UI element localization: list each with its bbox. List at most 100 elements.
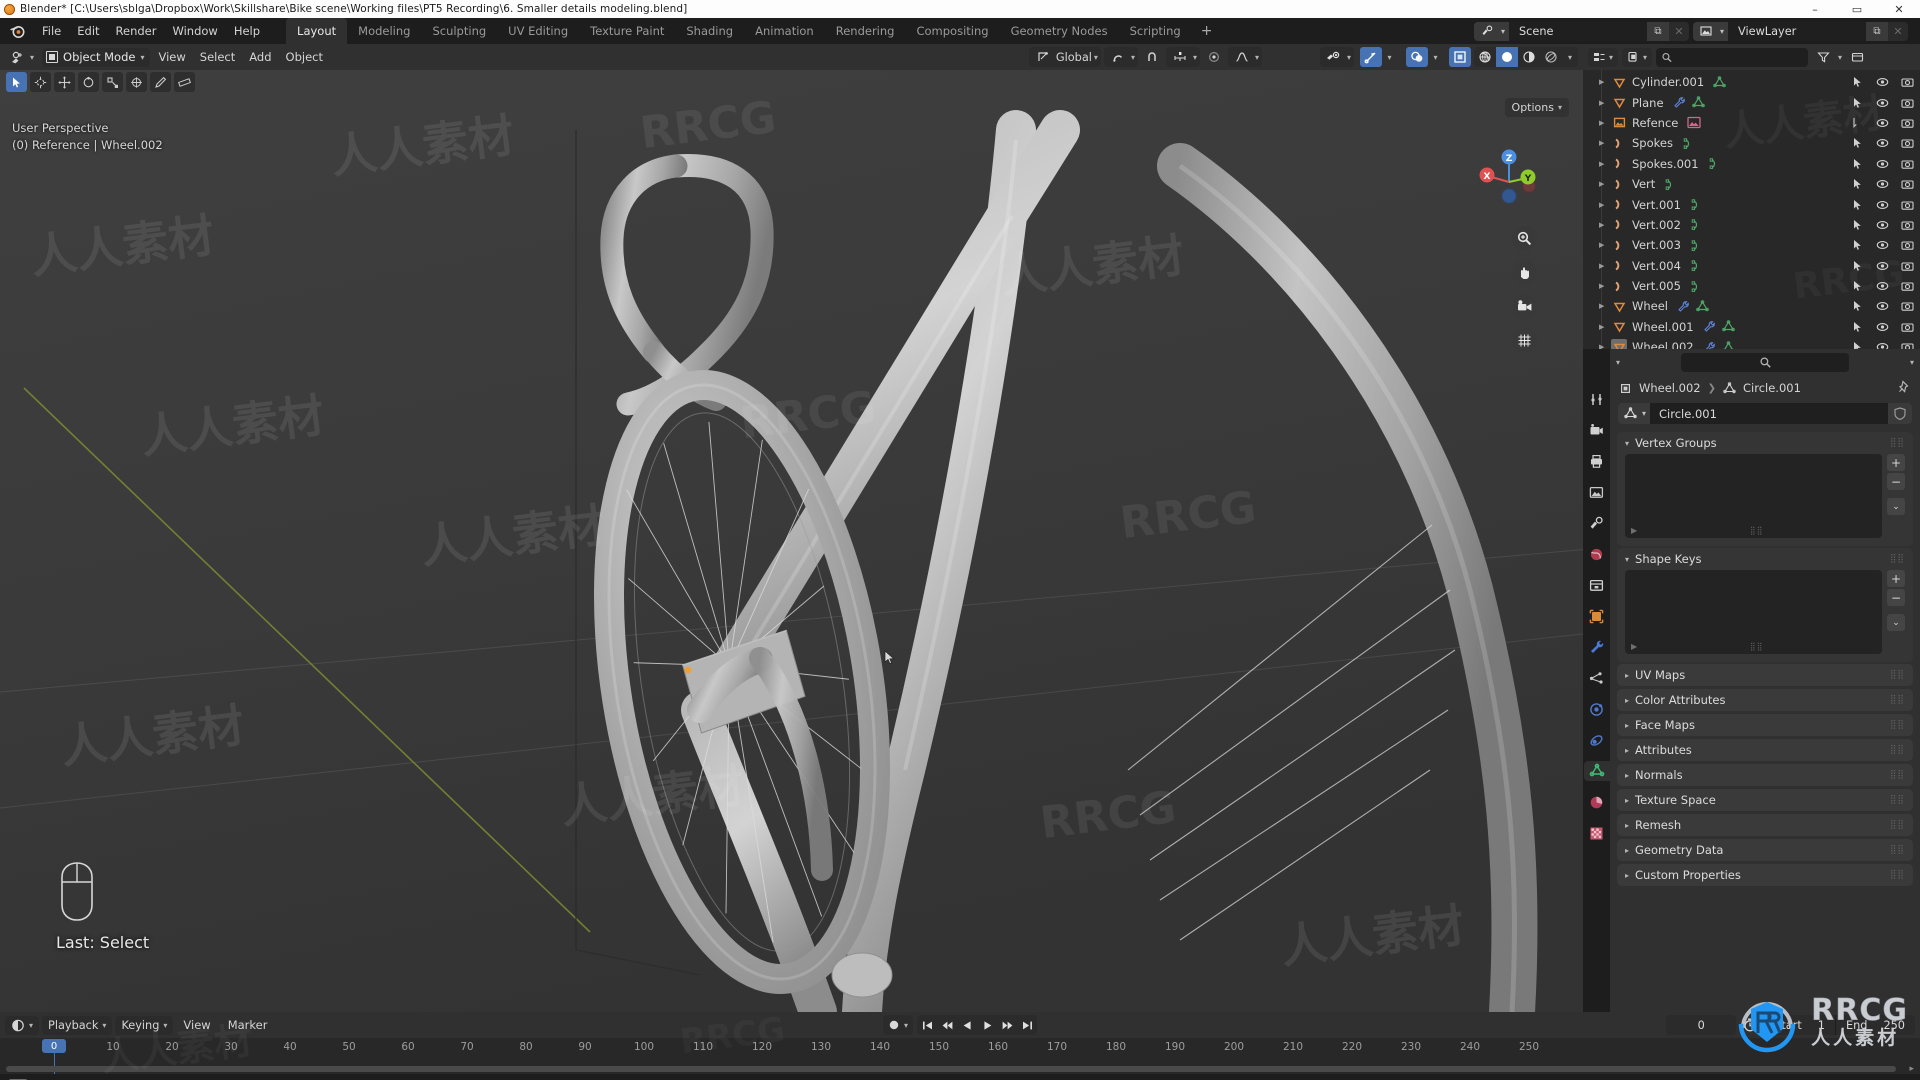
zoom-icon[interactable] xyxy=(1512,226,1537,251)
panel-color-attributes[interactable]: ▸ Color Attributes ⣿⣿ xyxy=(1617,689,1913,711)
list-expand-arrow-icon[interactable]: ▶ xyxy=(1631,526,1637,535)
next-keyframe-button[interactable] xyxy=(997,1015,1017,1035)
expand-arrow-icon[interactable]: ▶ xyxy=(1599,180,1611,188)
outliner-new-collection-icon[interactable] xyxy=(1846,47,1868,67)
expand-arrow-icon[interactable]: ▶ xyxy=(1599,282,1611,290)
camera-icon[interactable] xyxy=(1901,341,1914,349)
tool-annotate[interactable] xyxy=(150,72,171,92)
mesh-datablock-name[interactable]: Circle.001 xyxy=(1650,403,1888,424)
outliner-row-vert[interactable]: ▶ Vert xyxy=(1583,174,1920,194)
viewlayer-selector[interactable]: ▾ ViewLayer ⧉ ✕ xyxy=(1692,21,1908,41)
tab-modifiers[interactable] xyxy=(1587,637,1607,657)
tab-sculpting[interactable]: Sculpting xyxy=(421,18,497,44)
proportional-edit-toggle[interactable] xyxy=(1203,47,1225,67)
maximize-button[interactable]: ▭ xyxy=(1836,0,1878,18)
eye-icon[interactable] xyxy=(1876,76,1889,88)
tab-render[interactable] xyxy=(1587,420,1607,440)
eye-icon[interactable] xyxy=(1876,219,1889,231)
shape-key-specials-button[interactable]: ⌄ xyxy=(1887,614,1905,631)
panel-uv-maps-header[interactable]: ▸ UV Maps ⣿⣿ xyxy=(1617,664,1913,686)
outliner-filter-icon[interactable] xyxy=(1812,47,1834,67)
tool-move[interactable] xyxy=(54,72,75,92)
outliner-search-input[interactable] xyxy=(1676,50,1803,64)
close-button[interactable]: ✕ xyxy=(1878,0,1920,18)
selectable-cursor-icon[interactable] xyxy=(1852,300,1864,312)
tab-layout[interactable]: Layout xyxy=(286,18,348,44)
eye-icon[interactable] xyxy=(1876,199,1889,211)
visibility-chevron-down-icon[interactable]: ▾ xyxy=(1347,53,1351,62)
eye-icon[interactable] xyxy=(1876,280,1889,292)
selectable-cursor-icon[interactable] xyxy=(1852,158,1864,170)
tab-object-data[interactable] xyxy=(1584,761,1610,781)
selectable-cursor-icon[interactable] xyxy=(1852,76,1864,88)
falloff-selector[interactable]: ▾ xyxy=(1227,47,1262,67)
expand-arrow-icon[interactable]: ▶ xyxy=(1599,139,1611,147)
selectable-cursor-icon[interactable] xyxy=(1852,178,1864,190)
xray-toggle[interactable] xyxy=(1449,47,1471,67)
expand-arrow-icon[interactable]: ▶ xyxy=(1599,343,1611,349)
tool-scale[interactable] xyxy=(102,72,123,92)
panel-geometry-data[interactable]: ▸ Geometry Data ⣿⣿ xyxy=(1617,839,1913,861)
panel-remesh-header[interactable]: ▸ Remesh ⣿⣿ xyxy=(1617,814,1913,836)
tab-animation[interactable]: Animation xyxy=(744,18,825,44)
outliner-row-vert003[interactable]: ▶ Vert.003 xyxy=(1583,235,1920,255)
shape-keys-list[interactable]: ▶ ⣿⣿ xyxy=(1625,570,1882,654)
visibility-selector[interactable]: ▾ xyxy=(1319,47,1354,67)
menu-help[interactable]: Help xyxy=(226,21,268,41)
tab-shading[interactable]: Shading xyxy=(675,18,744,44)
properties-search-box[interactable] xyxy=(1681,352,1849,372)
eye-icon[interactable] xyxy=(1876,321,1889,333)
snap-magnet-toggle[interactable] xyxy=(1141,47,1163,67)
list-expand-arrow-icon[interactable]: ▶ xyxy=(1631,642,1637,651)
selectable-cursor-icon[interactable] xyxy=(1852,219,1864,231)
viewport-menu-view[interactable]: View xyxy=(152,47,191,67)
tab-scene[interactable] xyxy=(1587,513,1607,533)
camera-icon[interactable] xyxy=(1901,158,1914,170)
viewport-options-button[interactable]: Options ▾ xyxy=(1504,98,1569,117)
add-workspace-button[interactable]: + xyxy=(1192,20,1222,42)
current-frame-field[interactable]: 0 xyxy=(1666,1015,1737,1035)
properties-editor-type-chevron-icon[interactable]: ▾ xyxy=(1616,358,1620,367)
tab-collection[interactable] xyxy=(1587,575,1607,595)
proportional-chevron-down-icon[interactable]: ▾ xyxy=(1193,53,1197,62)
expand-arrow-icon[interactable]: ▶ xyxy=(1599,262,1611,270)
viewport-menu-select[interactable]: Select xyxy=(194,47,241,67)
camera-icon[interactable] xyxy=(1901,97,1914,109)
scene-copy-icon[interactable]: ⧉ xyxy=(1646,21,1669,41)
panel-custom-properties-header[interactable]: ▸ Custom Properties ⣿⣿ xyxy=(1617,864,1913,886)
transform-orientation-selector[interactable]: Global ▾ xyxy=(1028,47,1101,67)
tool-rotate[interactable] xyxy=(78,72,99,92)
tool-select-box[interactable] xyxy=(6,72,27,92)
outliner-row-refence[interactable]: ▶ Refence xyxy=(1583,113,1920,133)
camera-icon[interactable] xyxy=(1901,239,1914,251)
camera-icon[interactable] xyxy=(1901,219,1914,231)
outliner-row-plane[interactable]: ▶ Plane xyxy=(1583,92,1920,112)
overlays-chevron-down-icon[interactable]: ▾ xyxy=(1428,47,1443,67)
blender-logo-icon[interactable] xyxy=(8,22,26,40)
auto-keying-chevron-down-icon[interactable]: ▾ xyxy=(904,1021,908,1030)
scene-unlink-icon[interactable]: ✕ xyxy=(1668,21,1689,41)
timeline-menu-keying[interactable]: Keying ▾ xyxy=(115,1015,174,1035)
expand-arrow-icon[interactable]: ▶ xyxy=(1599,201,1611,209)
list-grip-icon[interactable]: ⣿⣿ xyxy=(1750,642,1764,651)
pin-icon[interactable] xyxy=(1898,380,1911,396)
selectable-cursor-icon[interactable] xyxy=(1852,239,1864,251)
outliner-tree[interactable]: ▶ Cylinder.001 ▶ Plane ▶ Refence ▶ Spoke… xyxy=(1583,70,1920,349)
menu-file[interactable]: File xyxy=(34,21,69,41)
menu-render[interactable]: Render xyxy=(108,21,165,41)
shading-chevron-down-icon[interactable]: ▾ xyxy=(1562,47,1578,67)
eye-icon[interactable] xyxy=(1876,178,1889,190)
falloff-chevron-down-icon[interactable]: ▾ xyxy=(1255,53,1259,62)
selectable-cursor-icon[interactable] xyxy=(1852,97,1864,109)
outliner-search-box[interactable] xyxy=(1656,47,1809,67)
selectable-cursor-icon[interactable] xyxy=(1852,199,1864,211)
eye-icon[interactable] xyxy=(1876,341,1889,349)
panel-face-maps-header[interactable]: ▸ Face Maps ⣿⣿ xyxy=(1617,714,1913,736)
overlays-toggle[interactable] xyxy=(1406,47,1428,67)
panel-remesh[interactable]: ▸ Remesh ⣿⣿ xyxy=(1617,814,1913,836)
material-preview-shading-button[interactable] xyxy=(1518,47,1540,67)
timeline-menu-playback[interactable]: Playback ▾ xyxy=(42,1015,113,1035)
interaction-mode-selector[interactable]: Object Mode ▾ xyxy=(42,47,151,67)
play-button[interactable] xyxy=(977,1015,997,1035)
outliner-row-wheel002[interactable]: ▶ Wheel.002 xyxy=(1583,337,1920,349)
